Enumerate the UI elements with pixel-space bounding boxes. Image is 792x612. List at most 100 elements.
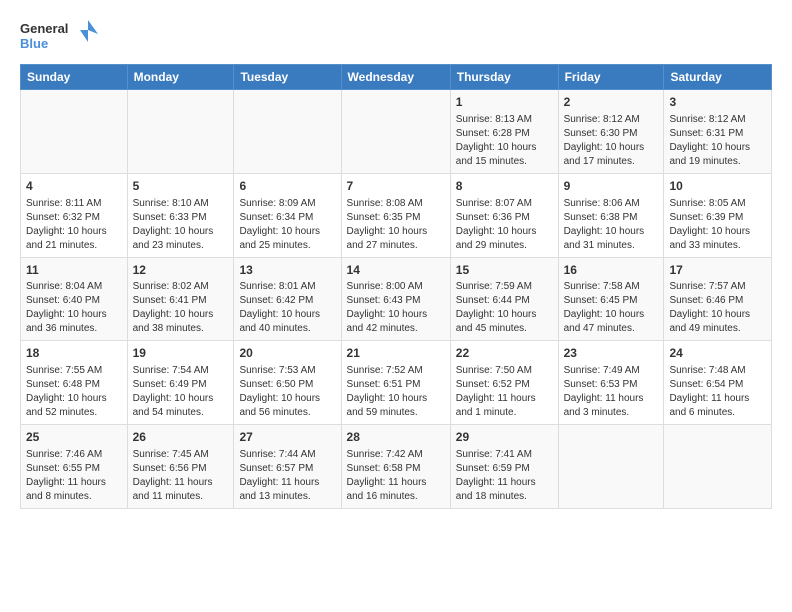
day-number: 25: [26, 429, 122, 446]
day-cell: [341, 90, 450, 174]
day-cell: 17Sunrise: 7:57 AM Sunset: 6:46 PM Dayli…: [664, 257, 772, 341]
col-header-friday: Friday: [558, 65, 664, 90]
week-row-3: 11Sunrise: 8:04 AM Sunset: 6:40 PM Dayli…: [21, 257, 772, 341]
day-number: 5: [133, 178, 229, 195]
day-info: Sunrise: 8:12 AM Sunset: 6:30 PM Dayligh…: [564, 113, 659, 169]
day-info: Sunrise: 8:07 AM Sunset: 6:36 PM Dayligh…: [456, 197, 553, 253]
day-cell: 27 Sunrise: 7:44 AM Sunset: 6:57 PM Dayli…: [234, 425, 341, 509]
day-info: Sunrise: 7:48 AM Sunset: 6:54 PM Dayligh…: [669, 364, 766, 420]
day-number: 3: [669, 94, 766, 111]
day-cell: 6 Sunrise: 8:09 AM Sunset: 6:34 PM Daylig…: [234, 173, 341, 257]
day-info: Sunrise: 8:08 AM Sunset: 6:35 PM Dayligh…: [347, 197, 445, 253]
day-cell: 8 Sunrise: 8:07 AM Sunset: 6:36 PM Daylig…: [450, 173, 558, 257]
day-cell: 24 Sunrise: 7:48 AM Sunset: 6:54 PM Dayli…: [664, 341, 772, 425]
day-info: Sunrise: 8:11 AM Sunset: 6:32 PM Dayligh…: [26, 197, 122, 253]
day-info: Sunrise: 8:10 AM Sunset: 6:33 PM Dayligh…: [133, 197, 229, 253]
day-cell: 7 Sunrise: 8:08 AM Sunset: 6:35 PM Daylig…: [341, 173, 450, 257]
day-number: 6: [239, 178, 335, 195]
day-number: 17: [669, 262, 766, 279]
day-cell: [127, 90, 234, 174]
day-number: 15: [456, 262, 553, 279]
day-info: Sunrise: 7:55 AM Sunset: 6:48 PM Dayligh…: [26, 364, 122, 420]
day-number: 24: [669, 345, 766, 362]
day-cell: 21Sunrise: 7:52 AM Sunset: 6:51 PM Dayli…: [341, 341, 450, 425]
day-cell: 12Sunrise: 8:02 AM Sunset: 6:41 PM Dayli…: [127, 257, 234, 341]
day-cell: 20Sunrise: 7:53 AM Sunset: 6:50 PM Dayli…: [234, 341, 341, 425]
day-number: 27: [239, 429, 335, 446]
day-cell: 16Sunrise: 7:58 AM Sunset: 6:45 PM Dayli…: [558, 257, 664, 341]
day-info: Sunrise: 7:52 AM Sunset: 6:51 PM Dayligh…: [347, 364, 445, 420]
day-info: Sunrise: 7:54 AM Sunset: 6:49 PM Dayligh…: [133, 364, 229, 420]
day-cell: 23 Sunrise: 7:49 AM Sunset: 6:53 PM Dayli…: [558, 341, 664, 425]
day-cell: 29 Sunrise: 7:41 AM Sunset: 6:59 PM Dayli…: [450, 425, 558, 509]
day-info: Sunrise: 7:58 AM Sunset: 6:45 PM Dayligh…: [564, 280, 659, 336]
day-number: 16: [564, 262, 659, 279]
day-cell: 1 Sunrise: 8:13 AM Sunset: 6:28 PM Daylig…: [450, 90, 558, 174]
day-info: Sunrise: 8:13 AM Sunset: 6:28 PM Dayligh…: [456, 113, 553, 169]
day-cell: [664, 425, 772, 509]
day-info: Sunrise: 7:59 AM Sunset: 6:44 PM Dayligh…: [456, 280, 553, 336]
week-row-2: 4Sunrise: 8:11 AM Sunset: 6:32 PM Daylig…: [21, 173, 772, 257]
day-cell: [558, 425, 664, 509]
logo: General Blue: [20, 16, 100, 56]
day-info: Sunrise: 7:46 AM Sunset: 6:55 PM Dayligh…: [26, 448, 122, 504]
header: General Blue: [20, 16, 772, 56]
day-cell: 10 Sunrise: 8:05 AM Sunset: 6:39 PM Dayli…: [664, 173, 772, 257]
day-info: Sunrise: 8:06 AM Sunset: 6:38 PM Dayligh…: [564, 197, 659, 253]
day-info: Sunrise: 8:01 AM Sunset: 6:42 PM Dayligh…: [239, 280, 335, 336]
day-info: Sunrise: 8:04 AM Sunset: 6:40 PM Dayligh…: [26, 280, 122, 336]
day-number: 2: [564, 94, 659, 111]
day-info: Sunrise: 7:42 AM Sunset: 6:58 PM Dayligh…: [347, 448, 445, 504]
day-info: Sunrise: 7:44 AM Sunset: 6:57 PM Dayligh…: [239, 448, 335, 504]
day-cell: 22Sunrise: 7:50 AM Sunset: 6:52 PM Dayli…: [450, 341, 558, 425]
svg-text:Blue: Blue: [20, 36, 48, 51]
day-number: 29: [456, 429, 553, 446]
day-cell: 4Sunrise: 8:11 AM Sunset: 6:32 PM Daylig…: [21, 173, 128, 257]
day-cell: 26 Sunrise: 7:45 AM Sunset: 6:56 PM Dayli…: [127, 425, 234, 509]
day-number: 10: [669, 178, 766, 195]
week-row-1: 1 Sunrise: 8:13 AM Sunset: 6:28 PM Daylig…: [21, 90, 772, 174]
col-header-tuesday: Tuesday: [234, 65, 341, 90]
col-header-monday: Monday: [127, 65, 234, 90]
day-number: 23: [564, 345, 659, 362]
day-number: 28: [347, 429, 445, 446]
week-row-5: 25 Sunrise: 7:46 AM Sunset: 6:55 PM Dayli…: [21, 425, 772, 509]
day-info: Sunrise: 8:00 AM Sunset: 6:43 PM Dayligh…: [347, 280, 445, 336]
day-number: 20: [239, 345, 335, 362]
day-number: 18: [26, 345, 122, 362]
col-header-thursday: Thursday: [450, 65, 558, 90]
header-row: SundayMondayTuesdayWednesdayThursdayFrid…: [21, 65, 772, 90]
day-cell: 13Sunrise: 8:01 AM Sunset: 6:42 PM Dayli…: [234, 257, 341, 341]
day-info: Sunrise: 8:09 AM Sunset: 6:34 PM Dayligh…: [239, 197, 335, 253]
day-number: 22: [456, 345, 553, 362]
day-info: Sunrise: 7:45 AM Sunset: 6:56 PM Dayligh…: [133, 448, 229, 504]
day-cell: 18 Sunrise: 7:55 AM Sunset: 6:48 PM Dayli…: [21, 341, 128, 425]
day-cell: 9 Sunrise: 8:06 AM Sunset: 6:38 PM Daylig…: [558, 173, 664, 257]
day-number: 8: [456, 178, 553, 195]
day-number: 14: [347, 262, 445, 279]
day-info: Sunrise: 8:12 AM Sunset: 6:31 PM Dayligh…: [669, 113, 766, 169]
day-info: Sunrise: 8:02 AM Sunset: 6:41 PM Dayligh…: [133, 280, 229, 336]
day-cell: 5 Sunrise: 8:10 AM Sunset: 6:33 PM Daylig…: [127, 173, 234, 257]
day-cell: 2 Sunrise: 8:12 AM Sunset: 6:30 PM Daylig…: [558, 90, 664, 174]
day-info: Sunrise: 7:41 AM Sunset: 6:59 PM Dayligh…: [456, 448, 553, 504]
day-cell: 3 Sunrise: 8:12 AM Sunset: 6:31 PM Daylig…: [664, 90, 772, 174]
day-cell: 15Sunrise: 7:59 AM Sunset: 6:44 PM Dayli…: [450, 257, 558, 341]
day-cell: 28 Sunrise: 7:42 AM Sunset: 6:58 PM Dayli…: [341, 425, 450, 509]
day-info: Sunrise: 8:05 AM Sunset: 6:39 PM Dayligh…: [669, 197, 766, 253]
day-info: Sunrise: 7:57 AM Sunset: 6:46 PM Dayligh…: [669, 280, 766, 336]
logo-svg: General Blue: [20, 16, 100, 56]
day-number: 7: [347, 178, 445, 195]
day-info: Sunrise: 7:49 AM Sunset: 6:53 PM Dayligh…: [564, 364, 659, 420]
col-header-sunday: Sunday: [21, 65, 128, 90]
day-number: 12: [133, 262, 229, 279]
day-number: 9: [564, 178, 659, 195]
calendar-table: SundayMondayTuesdayWednesdayThursdayFrid…: [20, 64, 772, 509]
day-cell: [234, 90, 341, 174]
day-cell: [21, 90, 128, 174]
day-number: 1: [456, 94, 553, 111]
day-cell: 14Sunrise: 8:00 AM Sunset: 6:43 PM Dayli…: [341, 257, 450, 341]
col-header-wednesday: Wednesday: [341, 65, 450, 90]
day-number: 26: [133, 429, 229, 446]
day-cell: 25 Sunrise: 7:46 AM Sunset: 6:55 PM Dayli…: [21, 425, 128, 509]
